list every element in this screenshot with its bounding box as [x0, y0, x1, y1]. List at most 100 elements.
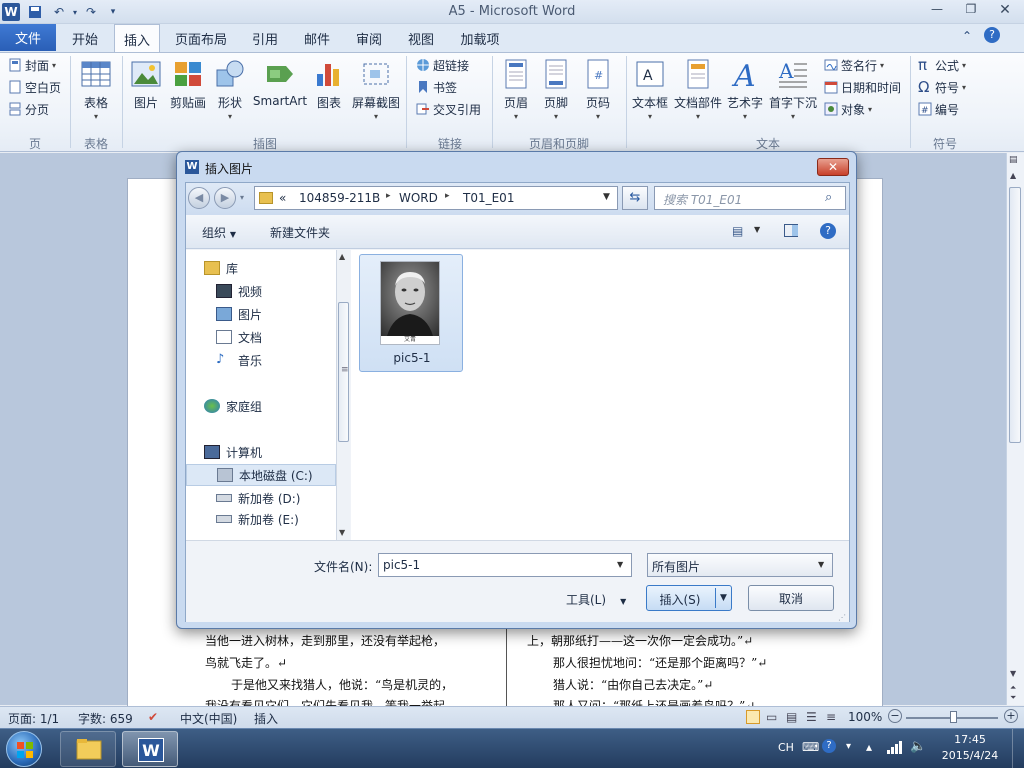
- help-icon[interactable]: ?: [820, 223, 836, 239]
- page-number-button[interactable]: # 页码 ▾: [580, 58, 616, 121]
- tab-insert[interactable]: 插入: [114, 24, 160, 53]
- file-item-pic5-1[interactable]: 艾青 pic5-1: [359, 254, 463, 372]
- search-icon[interactable]: ⌕: [825, 190, 832, 205]
- taskbar-explorer[interactable]: [60, 731, 116, 767]
- help-icon[interactable]: ?: [984, 27, 1000, 43]
- scroll-up-icon[interactable]: ▲: [1010, 171, 1016, 180]
- draft-view-icon[interactable]: ≡: [826, 710, 836, 724]
- resize-grip-icon[interactable]: ⋰: [838, 613, 846, 622]
- scroll-down-icon[interactable]: ▼: [1010, 669, 1016, 678]
- back-button[interactable]: ◀: [188, 187, 210, 209]
- nav-videos[interactable]: 视频: [186, 280, 336, 302]
- drop-cap-button[interactable]: A 首字下沉 ▾: [768, 58, 818, 121]
- tab-mailings[interactable]: 邮件: [294, 24, 340, 52]
- picture-button[interactable]: 图片: [128, 58, 164, 111]
- numbering-button[interactable]: # 编号: [918, 99, 959, 119]
- smartart-button[interactable]: SmartArt: [252, 58, 308, 108]
- scroll-up-icon[interactable]: ▲: [339, 252, 345, 261]
- tab-home[interactable]: 开始: [62, 24, 108, 52]
- language-indicator[interactable]: 中文(中国): [180, 710, 237, 727]
- bookmark-button[interactable]: 书签: [416, 77, 457, 97]
- scroll-thumb[interactable]: [1009, 187, 1021, 443]
- nav-homegroup[interactable]: 家庭组: [186, 395, 336, 417]
- insert-options-dropdown-icon[interactable]: ▼: [715, 588, 731, 608]
- word-count[interactable]: 字数: 659: [78, 710, 133, 727]
- screenshot-button[interactable]: 屏幕截图 ▾: [350, 58, 402, 121]
- header-button[interactable]: 页眉 ▾: [498, 58, 534, 121]
- nav-drive-c[interactable]: 本地磁盘 (C:): [186, 464, 336, 486]
- zoom-level[interactable]: 100%: [848, 710, 882, 724]
- tab-view[interactable]: 视图: [398, 24, 444, 52]
- quick-parts-button[interactable]: 文档部件 ▾: [672, 58, 724, 121]
- change-view-icon[interactable]: ▤: [732, 224, 743, 238]
- zoom-out-icon[interactable]: −: [888, 709, 902, 723]
- tab-addins[interactable]: 加载项: [452, 24, 508, 52]
- previous-page-icon[interactable]: ⏶: [1010, 683, 1016, 693]
- insert-button[interactable]: 插入(S) ▼: [646, 585, 732, 611]
- ruler-toggle-icon[interactable]: ▤: [1009, 155, 1018, 165]
- breadcrumb-chevron-icon[interactable]: ▸: [386, 191, 391, 201]
- hyperlink-button[interactable]: 超链接: [416, 55, 469, 75]
- object-button[interactable]: 对象 ▾: [824, 99, 872, 119]
- show-desktop-button[interactable]: [1012, 729, 1024, 768]
- network-icon[interactable]: [886, 740, 902, 757]
- volume-icon[interactable]: 🔈: [910, 739, 926, 754]
- start-button[interactable]: [6, 731, 42, 767]
- taskbar-word[interactable]: W: [122, 731, 178, 767]
- nav-drive-e[interactable]: 新加卷 (E:): [186, 510, 336, 528]
- textbox-button[interactable]: A 文本框 ▾: [630, 58, 670, 121]
- blank-page-button[interactable]: 空白页: [8, 77, 61, 97]
- nav-documents[interactable]: 文档: [186, 326, 336, 348]
- table-button[interactable]: 表格 ▾: [74, 58, 118, 121]
- nav-drive-d[interactable]: 新加卷 (D:): [186, 487, 336, 509]
- minimize-button[interactable]: —: [924, 2, 950, 20]
- outline-view-icon[interactable]: ☰: [806, 710, 817, 724]
- date-time-button[interactable]: 日期和时间: [824, 77, 901, 97]
- search-box[interactable]: 搜索 T01_E01 ⌕: [654, 186, 846, 210]
- nav-music[interactable]: ♪ 音乐: [186, 349, 336, 371]
- zoom-slider-thumb[interactable]: [950, 711, 957, 723]
- nav-computer[interactable]: 计算机: [186, 441, 336, 463]
- web-layout-view-icon[interactable]: ▤: [786, 710, 797, 724]
- footer-button[interactable]: 页脚 ▾: [538, 58, 574, 121]
- cross-reference-button[interactable]: 交叉引用: [416, 99, 481, 119]
- forward-button[interactable]: ▶: [214, 187, 236, 209]
- page-break-button[interactable]: 分页: [8, 99, 49, 119]
- print-layout-view-icon[interactable]: [746, 710, 760, 724]
- filename-dropdown-icon[interactable]: ▼: [617, 560, 623, 569]
- help-tray-icon[interactable]: ?: [822, 739, 836, 753]
- view-dropdown-icon[interactable]: ▼: [754, 225, 760, 234]
- tab-review[interactable]: 审阅: [346, 24, 392, 52]
- page-count[interactable]: 页面: 1/1: [8, 710, 59, 727]
- breadcrumb-word[interactable]: WORD: [399, 191, 438, 205]
- close-button[interactable]: ✕: [992, 2, 1018, 20]
- minimize-ribbon-icon[interactable]: ⌃: [962, 29, 972, 43]
- clock-time[interactable]: 17:45: [940, 733, 1000, 746]
- scroll-thumb[interactable]: ≡: [338, 302, 349, 442]
- insert-mode-indicator[interactable]: 插入: [254, 710, 278, 727]
- file-type-select[interactable]: 所有图片 ▼: [647, 553, 833, 577]
- equation-button[interactable]: π 公式 ▾: [918, 55, 966, 75]
- cover-page-button[interactable]: 封面 ▾: [8, 55, 56, 75]
- nav-library[interactable]: 库: [186, 257, 336, 279]
- tab-file[interactable]: 文件: [0, 24, 56, 51]
- full-screen-view-icon[interactable]: ▭: [766, 710, 777, 724]
- organize-button[interactable]: 组织 ▼: [202, 224, 236, 241]
- zoom-in-icon[interactable]: +: [1004, 709, 1018, 723]
- cancel-button[interactable]: 取消: [748, 585, 834, 611]
- tools-button[interactable]: 工具(L) ▼: [566, 591, 626, 608]
- wordart-button[interactable]: A 艺术字 ▾: [724, 58, 766, 121]
- proofing-icon[interactable]: ✔: [148, 710, 158, 724]
- nav-pictures[interactable]: 图片: [186, 303, 336, 325]
- dialog-close-button[interactable]: ✕: [817, 158, 849, 176]
- filename-input[interactable]: pic5-1 ▼: [378, 553, 632, 577]
- address-bar[interactable]: « 104859-211B ▸ WORD ▸ T01_E01 ▼: [254, 186, 618, 210]
- keyboard-icon[interactable]: ⌨: [802, 740, 819, 754]
- breadcrumb-t01-e01[interactable]: T01_E01: [463, 191, 514, 205]
- maximize-button[interactable]: ❐: [958, 2, 984, 20]
- signature-line-button[interactable]: 签名行 ▾: [824, 55, 884, 75]
- address-dropdown-icon[interactable]: ▼: [603, 192, 610, 202]
- tray-options-icon[interactable]: ▾: [846, 741, 851, 752]
- chart-button[interactable]: 图表: [312, 58, 346, 111]
- refresh-icon[interactable]: ⇆: [622, 186, 648, 210]
